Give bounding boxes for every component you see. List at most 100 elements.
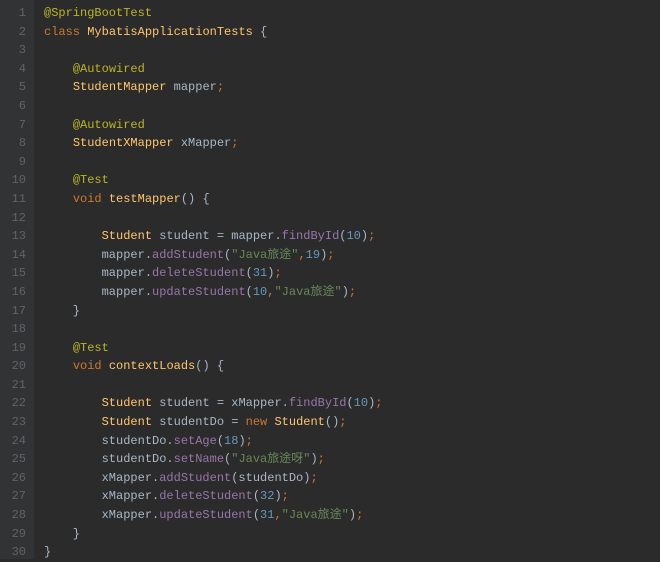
token-methodcall: setAge [174,434,217,448]
token-plain: ) [310,452,317,466]
token-plain: student [152,229,217,243]
code-line[interactable]: StudentMapper mapper; [44,78,660,97]
code-line[interactable]: void contextLoads() { [44,357,660,376]
token-number: 18 [224,434,238,448]
code-line[interactable]: } [44,543,660,562]
line-number: 4 [4,60,26,79]
token-type: Student [102,396,152,410]
token-plain: } [44,304,80,318]
token-plain: xMapper. [224,396,289,410]
line-number: 27 [4,487,26,506]
code-line[interactable]: studentDo.setName("Java旅途呀"); [44,450,660,469]
token-plain: } [44,545,51,559]
line-number: 28 [4,506,26,525]
code-line[interactable]: mapper.addStudent("Java旅途",19); [44,246,660,265]
token-type: MybatisApplicationTests [87,25,253,39]
code-line[interactable] [44,153,660,172]
token-punct: , [298,248,305,262]
token-punct: ; [349,285,356,299]
line-number: 9 [4,153,26,172]
code-line[interactable]: @Autowired [44,60,660,79]
token-number: 10 [346,229,360,243]
token-plain [44,136,73,150]
code-line[interactable]: mapper.updateStudent(10,"Java旅途"); [44,283,660,302]
line-number: 7 [4,116,26,135]
line-number: 29 [4,525,26,544]
token-plain: xMapper. [44,489,159,503]
code-line[interactable]: xMapper.deleteStudent(32); [44,487,660,506]
token-annotation: @Autowired [73,118,145,132]
token-methodcall: findById [282,229,340,243]
token-plain [44,229,102,243]
token-plain [238,415,245,429]
code-line[interactable]: void testMapper() { [44,190,660,209]
code-line[interactable]: mapper.deleteStudent(31); [44,264,660,283]
code-line[interactable]: Student studentDo = new Student(); [44,413,660,432]
code-line[interactable]: @Autowired [44,116,660,135]
code-line[interactable] [44,41,660,60]
code-line[interactable]: class MybatisApplicationTests { [44,23,660,42]
token-keyword: void [73,359,109,373]
code-line[interactable] [44,376,660,395]
code-line[interactable] [44,320,660,339]
token-plain: () [325,415,339,429]
token-methodcall: deleteStudent [152,266,246,280]
token-punct: ; [368,229,375,243]
code-line[interactable]: } [44,525,660,544]
token-annotation: @Test [73,341,109,355]
token-plain: studentDo. [44,434,174,448]
token-plain [44,396,102,410]
code-line[interactable]: } [44,302,660,321]
code-line[interactable] [44,97,660,116]
token-punct: ; [339,415,346,429]
token-string: "Java旅途呀" [231,452,310,466]
token-plain: (studentDo) [231,471,310,485]
token-plain: xMapper. [44,471,159,485]
code-editor[interactable]: 1234567891011121314151617181920212223242… [0,0,660,559]
token-type: Student [274,415,324,429]
code-line[interactable]: Student student = xMapper.findById(10); [44,394,660,413]
token-string: "Java旅途" [231,248,298,262]
token-plain: ( [246,266,253,280]
token-plain: xMapper. [44,508,159,522]
token-plain [44,359,73,373]
token-type: StudentXMapper [73,136,174,150]
line-number: 8 [4,134,26,153]
token-punct: ; [231,136,238,150]
code-line[interactable]: StudentXMapper xMapper; [44,134,660,153]
token-type: Student [102,229,152,243]
code-line[interactable] [44,209,660,228]
code-line[interactable]: @SpringBootTest [44,4,660,23]
line-number: 21 [4,376,26,395]
token-plain: ) [342,285,349,299]
line-number: 18 [4,320,26,339]
token-punct: ; [217,80,224,94]
token-plain: } [44,527,80,541]
line-number: 14 [4,246,26,265]
token-plain [44,80,73,94]
line-number: 25 [4,450,26,469]
line-number: 22 [4,394,26,413]
line-number: 15 [4,264,26,283]
code-line[interactable]: @Test [44,171,660,190]
code-line[interactable]: @Test [44,339,660,358]
line-number: 23 [4,413,26,432]
line-number: 6 [4,97,26,116]
token-plain: studentDo. [44,452,174,466]
token-method: contextLoads [109,359,195,373]
token-methodcall: addStudent [159,471,231,485]
token-punct: ; [310,471,317,485]
code-area[interactable]: @SpringBootTestclass MybatisApplicationT… [34,0,660,559]
token-methodcall: deleteStudent [159,489,253,503]
token-number: 10 [354,396,368,410]
token-type: Student [102,415,152,429]
code-line[interactable]: studentDo.setAge(18); [44,432,660,451]
code-line[interactable]: xMapper.updateStudent(31,"Java旅途"); [44,506,660,525]
line-number: 10 [4,171,26,190]
token-op: = [217,229,224,243]
token-plain: studentDo [152,415,231,429]
token-plain: ) [274,489,281,503]
token-methodcall: updateStudent [152,285,246,299]
code-line[interactable]: xMapper.addStudent(studentDo); [44,469,660,488]
code-line[interactable]: Student student = mapper.findById(10); [44,227,660,246]
